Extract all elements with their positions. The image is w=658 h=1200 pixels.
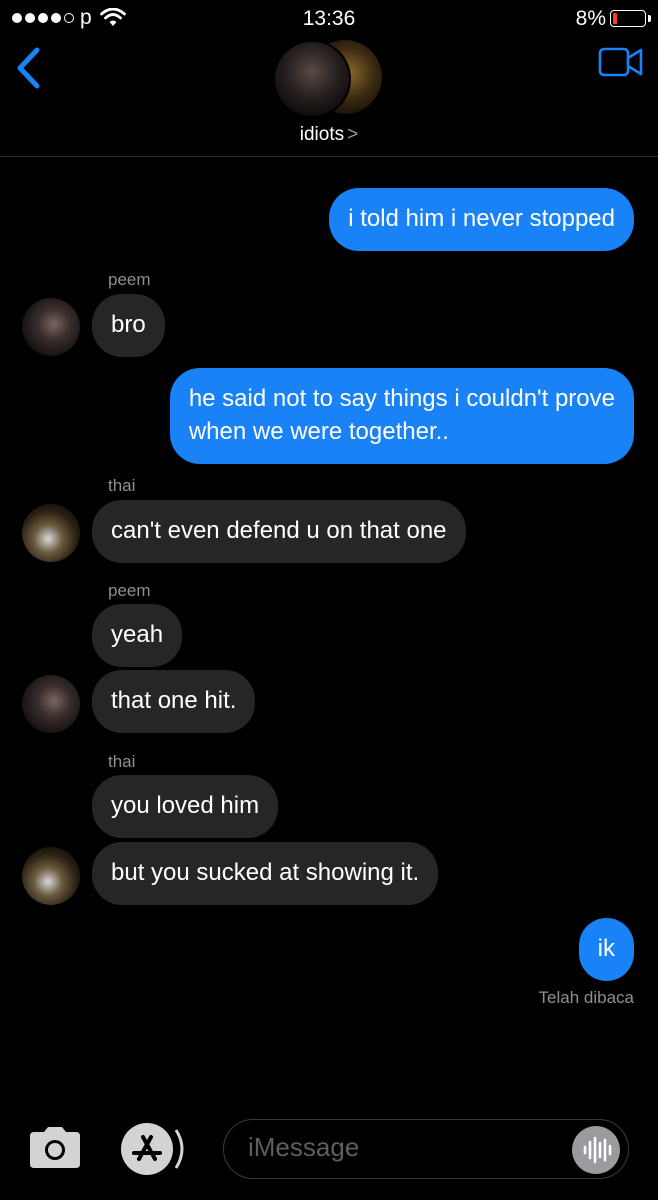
header-divider bbox=[0, 156, 658, 157]
app-store-icon[interactable] bbox=[121, 1123, 173, 1175]
message-bubble-incoming[interactable]: yeah bbox=[92, 604, 183, 667]
battery-percentage: 8% bbox=[575, 7, 606, 30]
group-name-label: idiots bbox=[299, 124, 345, 145]
status-bar: p 13:36 8% bbox=[0, 0, 658, 40]
message-bubble-incoming[interactable]: can't even defend u on that one bbox=[92, 500, 466, 563]
video-call-icon[interactable] bbox=[598, 46, 644, 78]
battery-tip bbox=[648, 15, 651, 22]
avatar-peem[interactable] bbox=[22, 675, 80, 733]
message-bubble-outgoing[interactable]: he said not to say things i couldn't pro… bbox=[169, 368, 634, 464]
sender-name: peem bbox=[108, 270, 151, 289]
avatar-thai[interactable] bbox=[22, 847, 80, 905]
chevron-right-icon: > bbox=[347, 124, 359, 145]
message-bubble-incoming[interactable]: but you sucked at showing it. bbox=[92, 842, 439, 905]
camera-icon[interactable] bbox=[26, 1126, 84, 1170]
message-bubble-outgoing[interactable]: i told him i never stopped bbox=[329, 188, 634, 251]
read-receipt: Telah dibaca bbox=[538, 988, 634, 1007]
app-drawer-arc bbox=[174, 1129, 184, 1169]
avatar-thai[interactable] bbox=[22, 504, 80, 562]
message-bubble-outgoing[interactable]: ik bbox=[578, 918, 634, 981]
status-time: 13:36 bbox=[302, 7, 356, 30]
back-chevron-icon[interactable] bbox=[14, 46, 42, 90]
battery-icon bbox=[610, 10, 646, 27]
group-name[interactable]: idiots > bbox=[0, 124, 658, 146]
sender-name: thai bbox=[108, 476, 136, 495]
sender-name: thai bbox=[108, 752, 136, 771]
audio-waveform-icon[interactable] bbox=[572, 1126, 620, 1174]
message-bubble-incoming[interactable]: bro bbox=[92, 294, 165, 357]
message-bubble-incoming[interactable]: that one hit. bbox=[92, 670, 256, 733]
message-line: when we were together.. bbox=[188, 418, 449, 445]
sender-name: peem bbox=[108, 581, 151, 600]
message-bubble-incoming[interactable]: you loved him bbox=[92, 775, 279, 838]
avatar-peem[interactable] bbox=[22, 298, 80, 356]
message-input-placeholder: iMessage bbox=[248, 1132, 360, 1162]
message-line: he said not to say things i couldn't pro… bbox=[188, 385, 615, 412]
group-avatar-primary[interactable] bbox=[273, 40, 351, 118]
